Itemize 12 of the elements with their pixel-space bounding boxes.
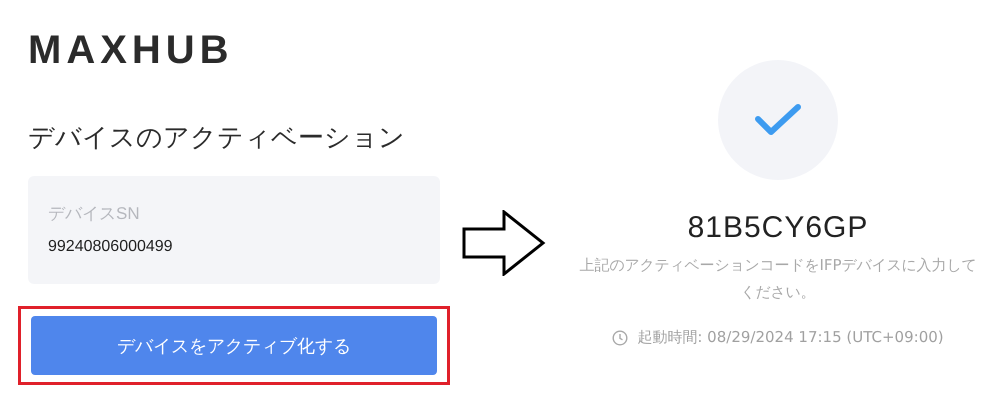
- field-label: デバイスSN: [48, 203, 140, 225]
- field-value: 99240806000499: [48, 237, 173, 257]
- clock-icon: [612, 330, 628, 346]
- check-icon: [754, 103, 802, 137]
- page-title: デバイスのアクティベーション: [28, 122, 405, 155]
- right-arrow-icon: [462, 210, 546, 276]
- instruction-text: 上記のアクティベーションコードをIFPデバイスに入力してください。: [578, 255, 978, 303]
- activate-button[interactable]: デバイスをアクティブ化する: [31, 316, 437, 375]
- serial-field[interactable]: デバイスSN 99240806000499: [28, 176, 440, 284]
- maxhub-logo: MAXHUB: [28, 28, 234, 72]
- activation-time: 起動時間: 08/29/2024 17:15 (UTC+09:00): [637, 328, 944, 347]
- activation-code: 81B5CY6GP: [688, 210, 868, 246]
